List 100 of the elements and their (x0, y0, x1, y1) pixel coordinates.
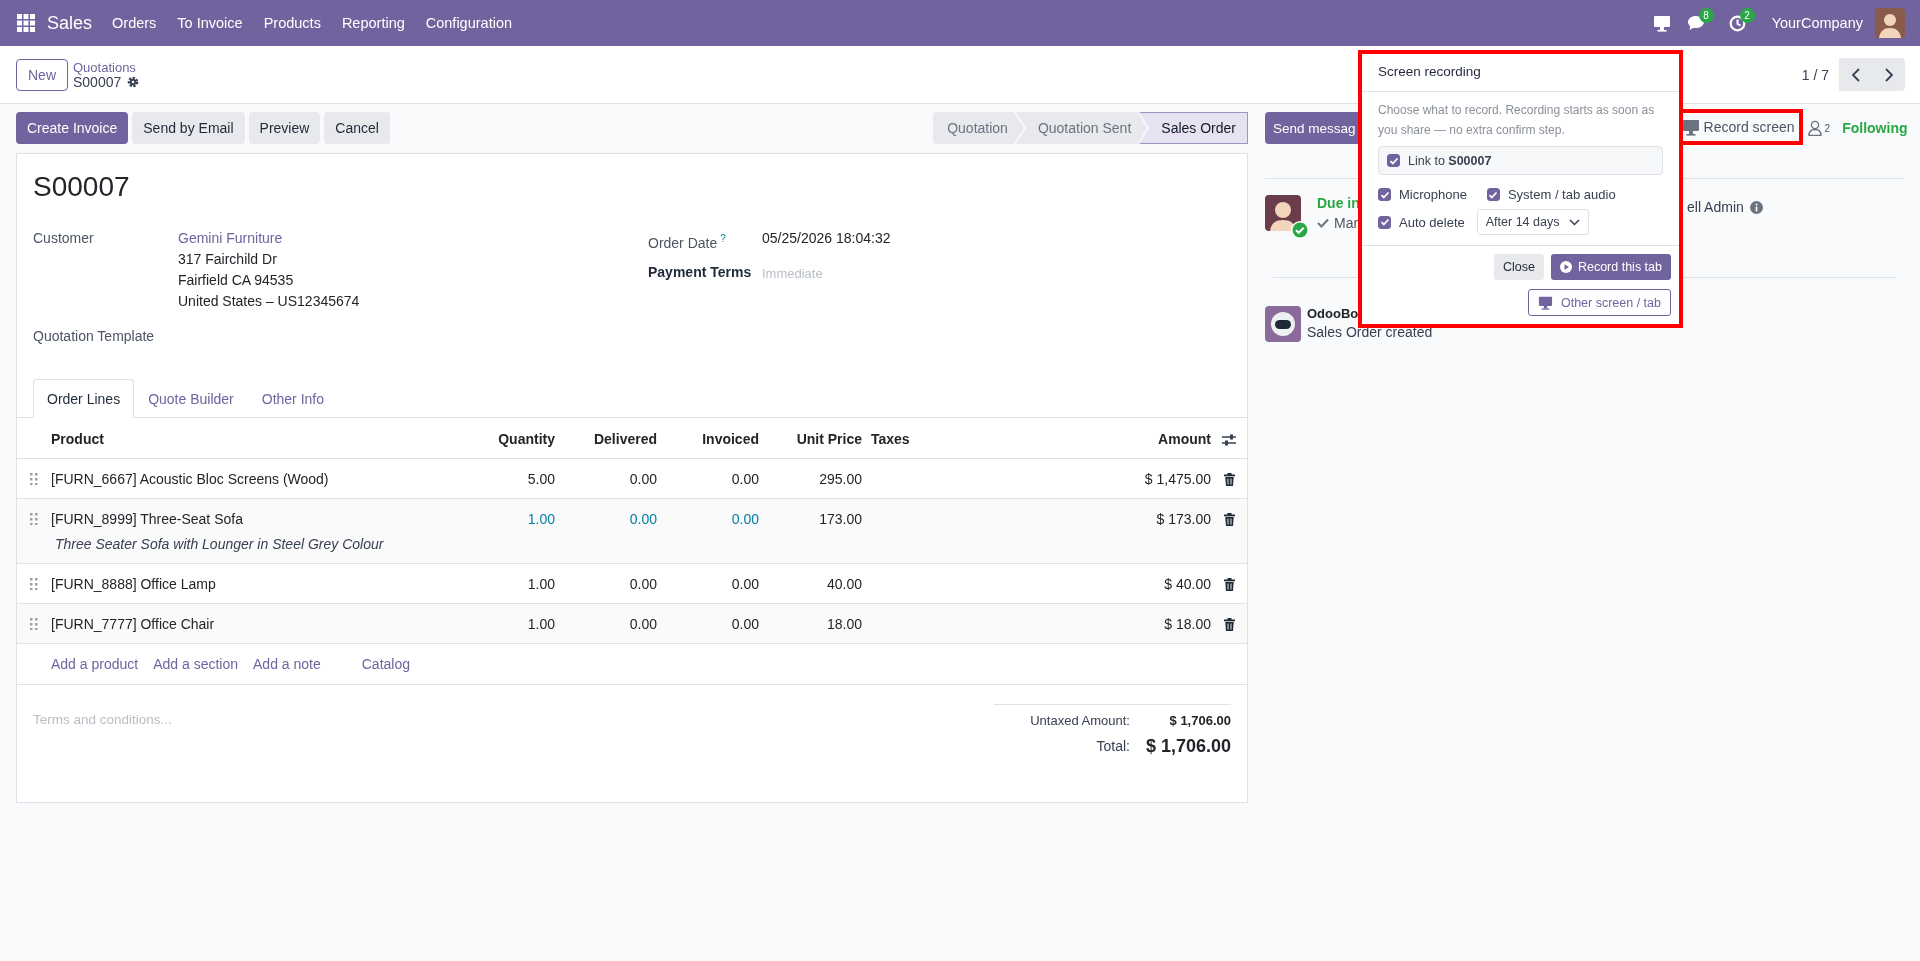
menu-item[interactable]: Orders (112, 15, 157, 31)
popup-description: Choose what to record. Recording starts as soon as you share — no extra confirm step. (1378, 102, 1656, 139)
column-header[interactable]: Delivered (555, 430, 657, 448)
follower-count: 2 (1824, 122, 1831, 134)
company-name[interactable]: YourCompany (1771, 15, 1863, 31)
action-button[interactable]: Send by Email (132, 112, 245, 144)
column-header[interactable]: Taxes (862, 430, 1071, 448)
product-cell-text: [FURN_8999] Three-Seat Sofa (51, 510, 244, 528)
product-cell-text: [FURN_7777] Office Chair (51, 615, 216, 633)
column-header[interactable]: Product (51, 430, 460, 448)
record-name: S00007 (73, 74, 122, 90)
amount-cell-text: $ 1,475.00 (1143, 470, 1211, 488)
following-button[interactable]: Following (1842, 120, 1908, 136)
column-header[interactable]: Amount (1071, 430, 1211, 448)
add-link[interactable]: Add a note (253, 655, 321, 673)
option-label: Microphone (1399, 187, 1467, 202)
checkbox[interactable] (1378, 188, 1391, 201)
chat-icon[interactable] (1686, 15, 1705, 31)
message-author: OdooBo (1307, 306, 1360, 321)
activity-assignee: ell Admin (1687, 199, 1744, 215)
trash-icon[interactable] (1223, 473, 1235, 486)
address-line: United States – US12345674 (178, 292, 360, 311)
line-description: Three Seater Sofa with Lounger in Steel Grey Colour (54, 535, 385, 553)
chevron-down-icon (1569, 218, 1581, 226)
chevron-right-icon (1883, 67, 1894, 82)
quantity-cell-text: 1.00 (526, 575, 555, 593)
add-link[interactable]: Catalog (361, 655, 410, 673)
user-avatar[interactable] (1875, 8, 1905, 38)
record-screen-button[interactable]: Record screen (1681, 118, 1795, 136)
menu-item[interactable]: Reporting (341, 15, 405, 31)
trash-icon[interactable] (1223, 513, 1235, 526)
field-label: Quotation Template (33, 327, 155, 346)
quantity-cell-text: 1.00 (526, 510, 555, 528)
column-header[interactable]: Unit Price (759, 430, 862, 448)
unit-price-cell-text: 40.00 (825, 575, 862, 593)
add-link[interactable]: Add a section (153, 655, 238, 673)
unit-price-cell-text: 173.00 (818, 510, 862, 528)
trash-icon[interactable] (1223, 618, 1235, 631)
payment-terms-field[interactable]: Immediate (762, 263, 1062, 283)
column-settings-icon[interactable] (1221, 433, 1237, 447)
bot-avatar (1265, 306, 1301, 342)
delivered-cell-text: 0.00 (628, 470, 657, 488)
play-circle-icon (1559, 261, 1572, 273)
gear-icon[interactable] (127, 76, 140, 88)
record-title: S00007 (32, 170, 131, 204)
breadcrumb-link[interactable]: Quotations (73, 59, 140, 75)
retention-dropdown[interactable]: After 14 days (1476, 209, 1590, 235)
action-button[interactable]: Preview (248, 112, 321, 144)
column-header[interactable]: Invoiced (657, 430, 759, 448)
tab[interactable]: Order Lines (33, 379, 135, 418)
field-value: 05/25/2026 18:04:32 (762, 229, 891, 248)
monitor-icon (1537, 295, 1553, 310)
menu-item[interactable]: Configuration (425, 15, 512, 31)
tab[interactable]: Quote Builder (134, 379, 248, 418)
previous-button[interactable] (1839, 58, 1872, 91)
follower-icon[interactable] (1807, 120, 1822, 136)
drag-handle-icon[interactable] (30, 473, 38, 485)
total-value: $ 1,706.00 (1145, 735, 1231, 758)
menu-item[interactable]: To Invoice (177, 15, 243, 31)
info-icon[interactable] (1749, 200, 1763, 214)
apps-menu-icon[interactable] (17, 14, 35, 32)
terms-field[interactable]: Terms and conditions... (33, 712, 633, 727)
checkbox[interactable] (1387, 154, 1400, 167)
checkbox[interactable] (1378, 215, 1391, 229)
trash-icon[interactable] (1223, 578, 1235, 591)
message-body: Sales Order created (1307, 324, 1433, 340)
tab[interactable]: Other Info (247, 379, 339, 418)
next-button[interactable] (1872, 58, 1905, 91)
action-button[interactable]: Create Invoice (16, 112, 129, 144)
option-label: Auto delete (1399, 214, 1465, 230)
other-screen-button[interactable]: Other screen / tab (1527, 289, 1671, 316)
drag-handle-icon[interactable] (30, 618, 38, 630)
quantity-cell-text: 5.00 (526, 470, 555, 488)
status-step[interactable]: Sales Order (1139, 112, 1248, 144)
product-cell-text: [FURN_8888] Office Lamp (51, 575, 217, 593)
add-link[interactable]: Add a product (51, 655, 139, 673)
status-step[interactable]: Quotation (933, 112, 1024, 144)
send-message-button[interactable]: Send messag (1265, 112, 1358, 144)
option-label: System / tab audio (1507, 187, 1616, 202)
field-label: Customer (33, 229, 95, 248)
amount-cell-text: $ 173.00 (1155, 510, 1211, 528)
checkbox[interactable] (1486, 188, 1500, 201)
popup-button[interactable]: Record this tab (1550, 254, 1671, 280)
popup-button[interactable]: Close (1493, 254, 1544, 280)
quantity-cell-text: 1.00 (526, 615, 555, 633)
count-badge: 2 (1739, 7, 1755, 23)
address-line: Fairfield CA 94535 (178, 271, 295, 290)
menu-item[interactable]: Products (263, 15, 321, 31)
drag-handle-icon[interactable] (30, 513, 38, 525)
new-button[interactable]: New (16, 58, 68, 91)
status-step[interactable]: Quotation Sent (1015, 112, 1148, 144)
column-header[interactable]: Quantity (460, 430, 555, 448)
customer-link[interactable]: Gemini Furniture (178, 228, 360, 249)
total-label: Total: (1095, 737, 1130, 756)
app-name: Sales (47, 12, 93, 34)
action-button[interactable]: Cancel (324, 112, 390, 144)
drag-handle-icon[interactable] (30, 578, 38, 590)
monitor-icon[interactable] (1652, 14, 1671, 32)
clock-icon[interactable] (1728, 14, 1746, 32)
activity-summary: Mar (1334, 215, 1359, 231)
